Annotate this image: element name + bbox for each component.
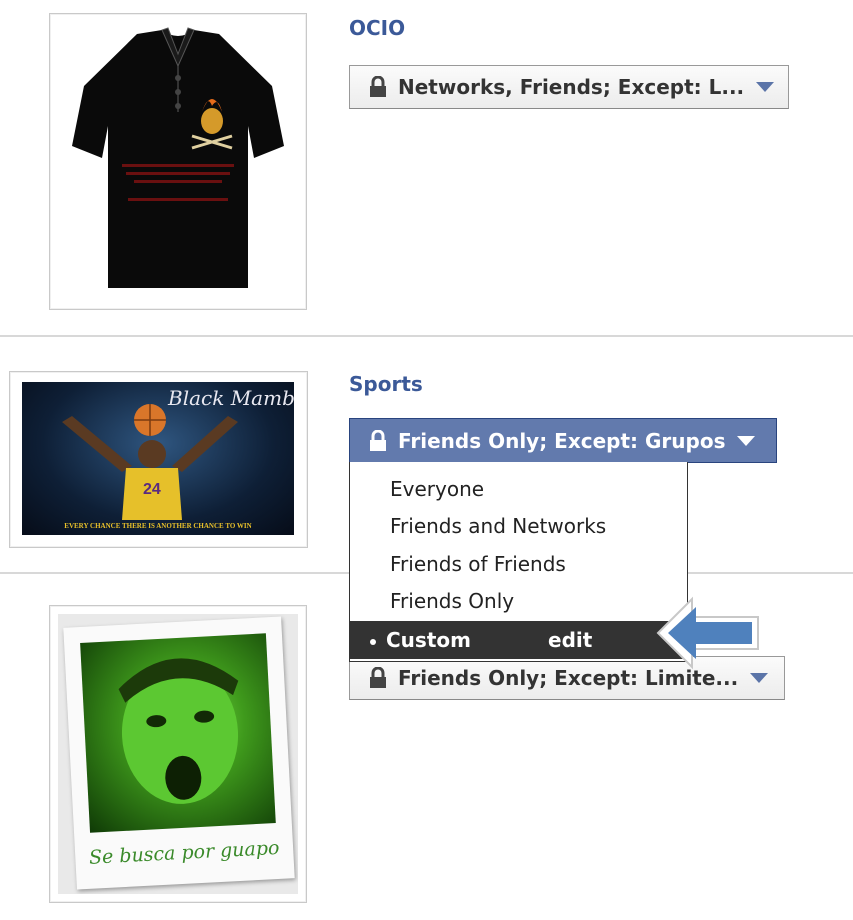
thumb-caption-script: Black Mamba	[168, 386, 294, 410]
album-thumbnail-3[interactable]: Se busca por guapo	[49, 605, 307, 903]
polaroid-frame: Se busca por guapo	[63, 616, 295, 890]
album-thumbnail-sports[interactable]: 24 Black Mamba EVERY CHANCE THERE IS ANO…	[9, 371, 308, 548]
lock-icon	[370, 429, 386, 451]
thumb-caption: EVERY CHANCE THERE IS ANOTHER CHANCE TO …	[64, 522, 252, 530]
lock-icon	[370, 667, 386, 688]
portrait-photo	[80, 633, 276, 833]
chevron-down-icon	[750, 673, 769, 683]
album-title-ocio[interactable]: OCIO	[349, 16, 405, 40]
album-thumbnail-ocio[interactable]	[49, 13, 307, 310]
polaroid-caption: Se busca por guapo	[88, 836, 280, 869]
edit-link[interactable]: edit	[548, 621, 592, 659]
privacy-label: Friends Only; Except: Grupos	[398, 428, 726, 453]
selected-bullet-icon	[370, 638, 376, 645]
chevron-down-icon	[756, 82, 775, 92]
divider	[0, 335, 853, 337]
basketball-image: 24 Black Mamba EVERY CHANCE THERE IS ANO…	[22, 382, 294, 535]
menu-item-everyone[interactable]: Everyone	[350, 471, 687, 507]
privacy-dropdown-ocio[interactable]: Networks, Friends; Except: L...	[349, 65, 789, 109]
menu-item-friends-of-friends[interactable]: Friends of Friends	[350, 546, 687, 582]
privacy-menu: Everyone Friends and Networks Friends of…	[349, 462, 688, 662]
menu-item-friends-and-networks[interactable]: Friends and Networks	[350, 508, 687, 544]
polaroid-image: Se busca por guapo	[58, 614, 298, 894]
menu-item-friends-only[interactable]: Friends Only	[350, 583, 687, 619]
lock-icon	[370, 76, 386, 97]
left-arrow-icon	[656, 596, 759, 670]
tshirt-image	[62, 26, 294, 296]
album-title-sports[interactable]: Sports	[349, 372, 423, 396]
jersey-number: 24	[143, 481, 161, 498]
menu-item-custom-label: Custom	[386, 628, 471, 652]
privacy-dropdown-sports[interactable]: Friends Only; Except: Grupos	[349, 418, 777, 463]
chevron-down-icon	[737, 435, 756, 446]
privacy-label: Networks, Friends; Except: L...	[398, 75, 745, 99]
menu-item-custom[interactable]: Custom edit	[350, 621, 687, 659]
